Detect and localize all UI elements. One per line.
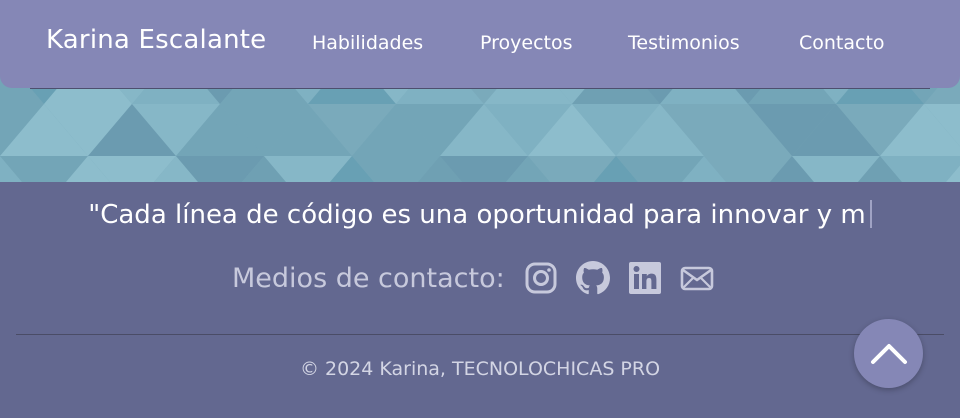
mail-icon: [680, 266, 714, 291]
chevron-up-icon: [870, 343, 907, 364]
quote-text-wrapper: "Cada línea de código es una oportunidad…: [0, 200, 960, 230]
instagram-icon: [525, 262, 557, 294]
navbar: Karina Escalante Habilidades Proyectos T…: [0, 0, 960, 88]
github-link[interactable]: [575, 260, 611, 296]
nav-link-testimonios[interactable]: Testimonios: [628, 32, 740, 54]
instagram-link[interactable]: [523, 260, 559, 296]
email-link[interactable]: [679, 260, 715, 296]
contact-label: Medios de contacto:: [232, 262, 505, 294]
scroll-to-top-button[interactable]: [854, 319, 923, 388]
nav-link-contacto[interactable]: Contacto: [799, 32, 885, 54]
contact-row: Medios de contacto:: [232, 256, 731, 300]
nav-link-proyectos[interactable]: Proyectos: [480, 32, 573, 54]
typing-cursor: [869, 200, 872, 228]
nav-link-habilidades[interactable]: Habilidades: [312, 32, 423, 54]
typing-quote: "Cada línea de código es una oportunidad…: [88, 200, 866, 230]
linkedin-icon: [628, 262, 661, 294]
copyright-text: © 2024 Karina, TECNOLOCHICAS PRO: [299, 358, 661, 380]
brand-logo-text[interactable]: Karina Escalante: [46, 25, 266, 55]
footer-divider: [16, 334, 944, 335]
linkedin-link[interactable]: [627, 260, 663, 296]
navbar-divider: [30, 88, 930, 89]
github-icon: [575, 261, 610, 295]
